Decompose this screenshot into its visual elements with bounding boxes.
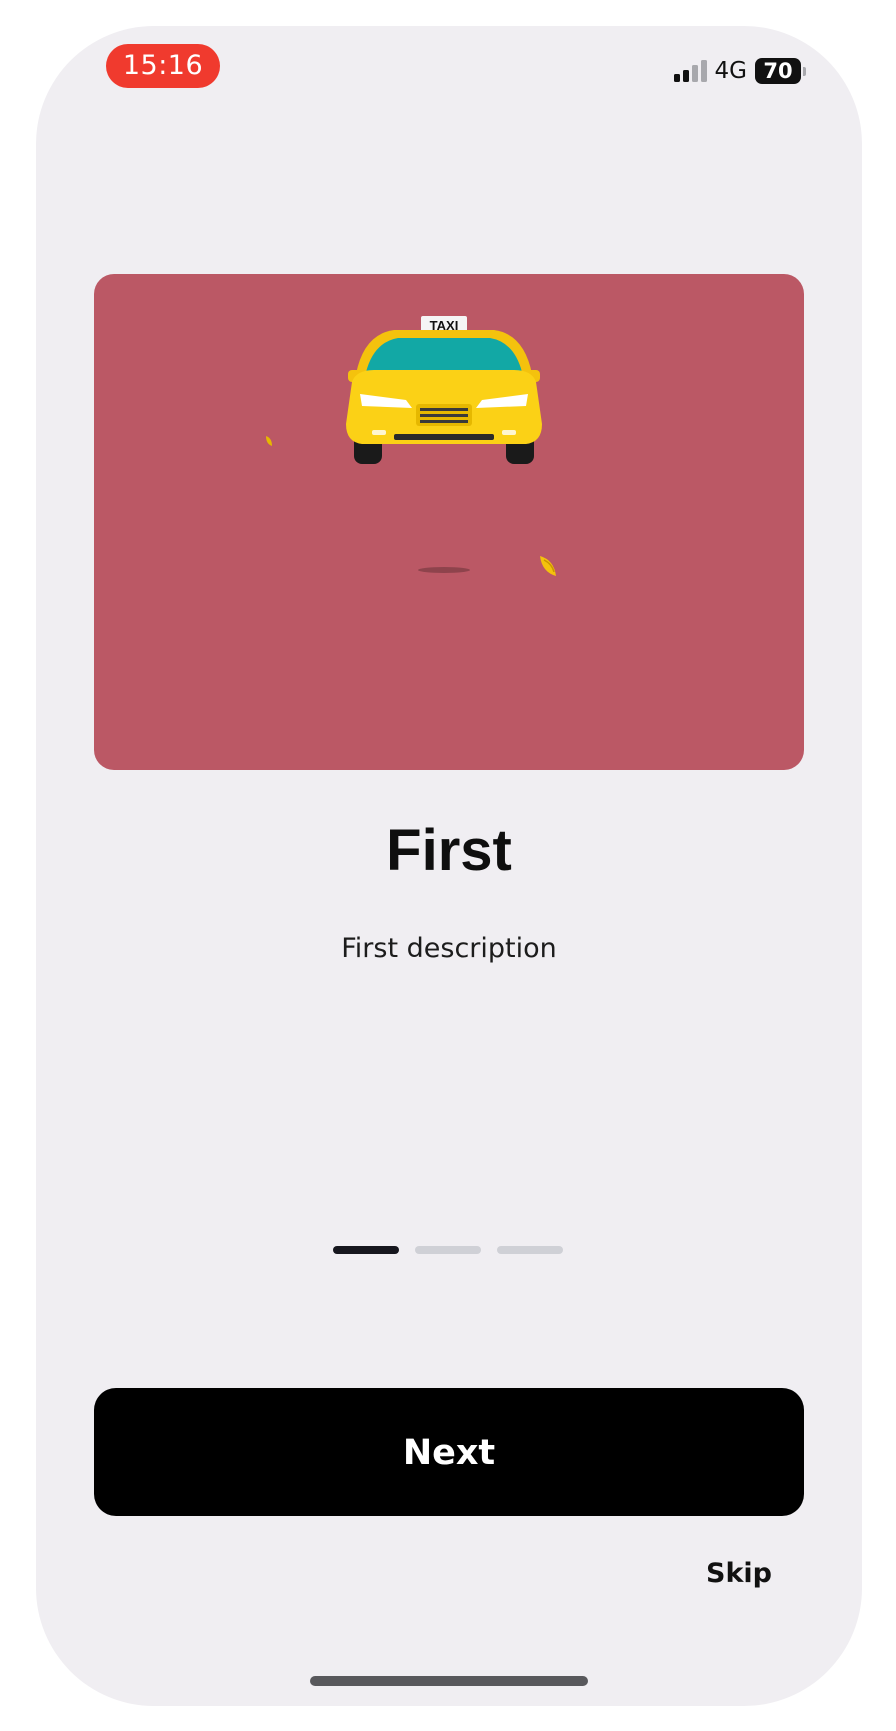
taxi-illustration: TAXI [266,316,556,576]
page-title: First [386,818,512,883]
leaf-icon [540,556,556,576]
page-indicator-dot-3[interactable] [497,1246,563,1254]
page-description: First description [341,933,557,964]
page-indicator [333,1246,563,1254]
leaf-icon [266,436,272,446]
page-indicator-dot-1[interactable] [333,1246,399,1254]
network-type: 4G [714,58,747,84]
next-button[interactable]: Next [94,1388,804,1516]
page-indicator-dot-2[interactable] [415,1246,481,1254]
signal-icon [673,60,707,82]
hero-illustration: TAXI [94,274,804,770]
phone-screen: 15:16 4G 70 TAXI First First description… [36,26,862,1706]
windshield [366,338,522,372]
status-indicators: 4G 70 [673,56,806,86]
skip-button[interactable]: Skip [706,1556,772,1592]
home-indicator[interactable] [310,1676,588,1686]
battery-icon: 70 [755,58,806,84]
battery-level: 70 [755,58,801,84]
status-time: 15:16 [106,44,220,88]
car-shadow [418,567,470,573]
